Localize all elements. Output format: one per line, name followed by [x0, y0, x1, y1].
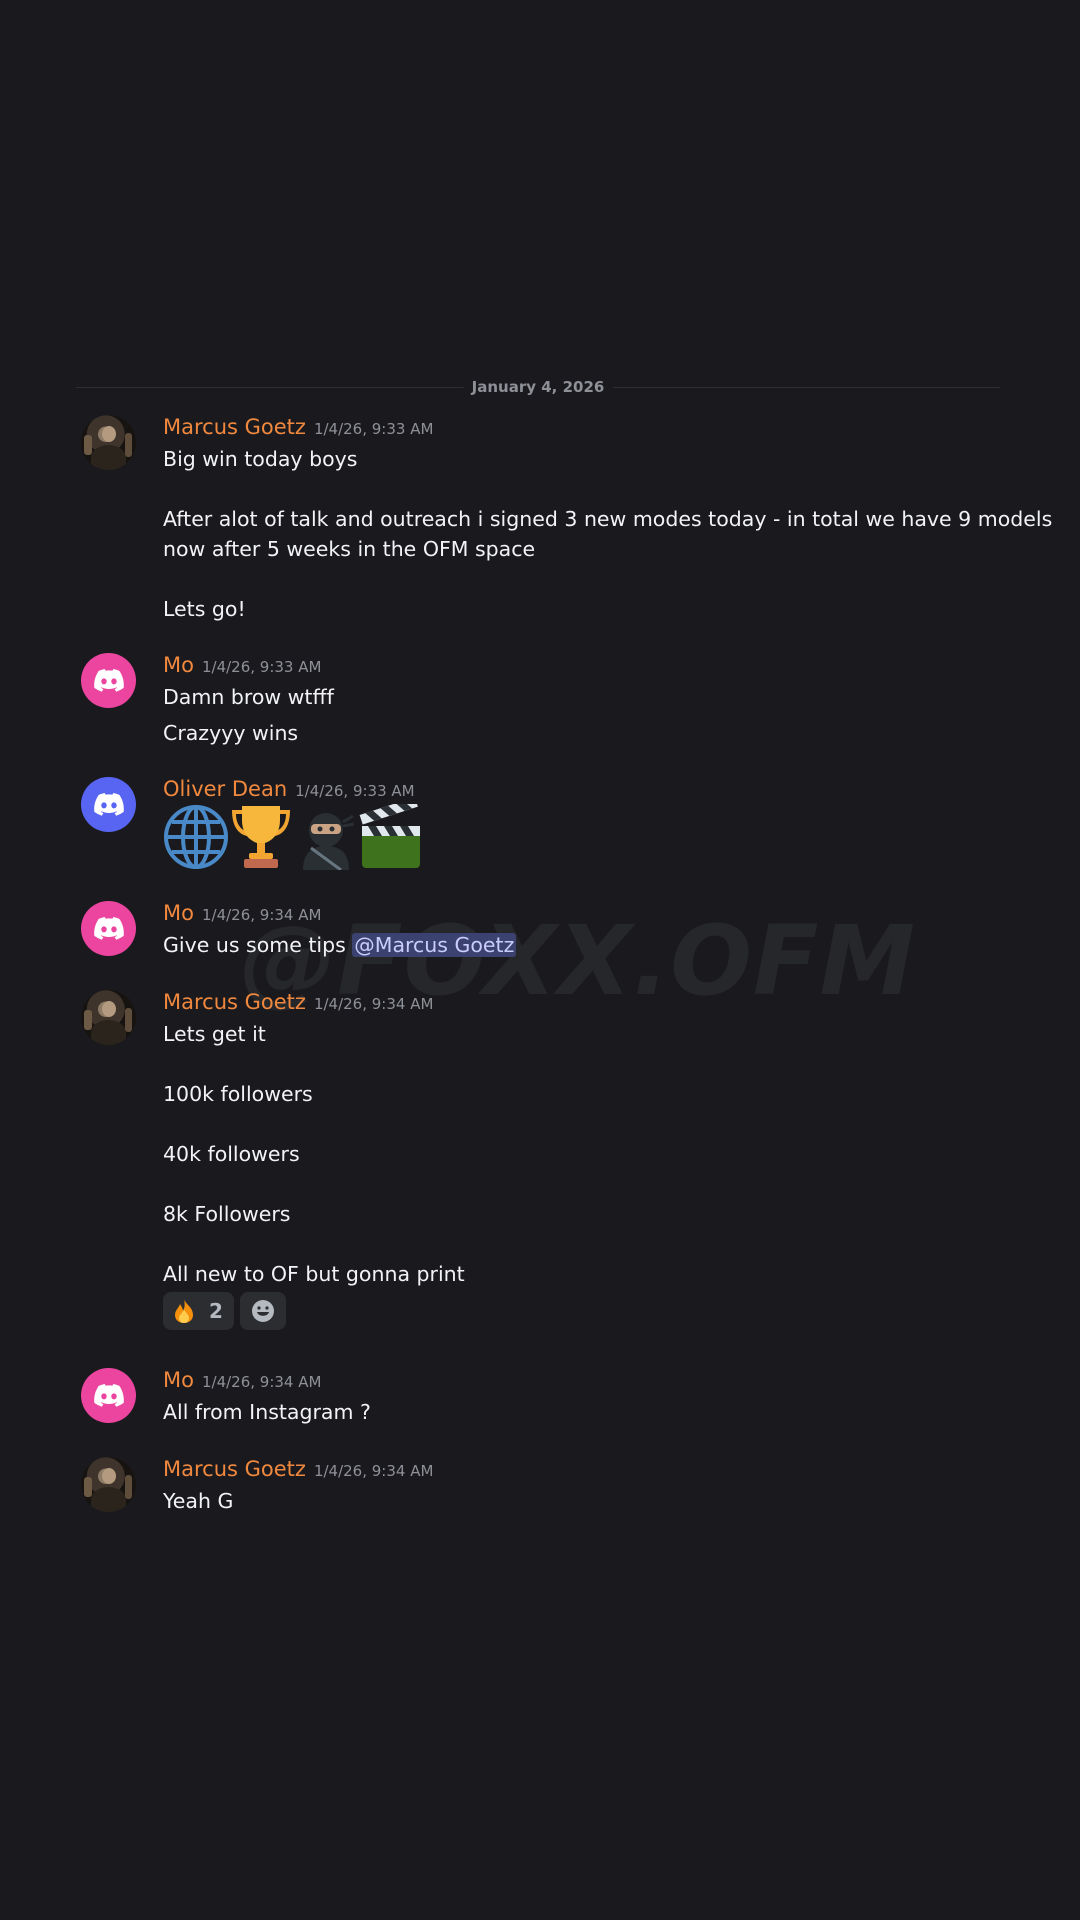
message-text: 8k Followers: [163, 1202, 291, 1226]
author-name[interactable]: Marcus Goetz: [163, 990, 306, 1014]
message-header: Oliver Dean 1/4/26, 9:33 AM: [163, 777, 415, 807]
timestamp: 1/4/26, 9:33 AM: [295, 782, 415, 800]
author-name[interactable]: Marcus Goetz: [163, 1457, 306, 1481]
message-header: Mo 1/4/26, 9:34 AM: [163, 1368, 321, 1398]
fire-icon: [175, 1299, 193, 1323]
message-text: Damn brow wtfff: [163, 685, 334, 709]
message-header: Mo 1/4/26, 9:34 AM: [163, 901, 321, 931]
author-name[interactable]: Mo: [163, 653, 194, 677]
message-text: Big win today boys: [163, 447, 358, 471]
message-header: Mo 1/4/26, 9:33 AM: [163, 653, 321, 683]
timestamp: 1/4/26, 9:33 AM: [201, 658, 322, 676]
timestamp: 1/4/26, 9:33 AM: [313, 420, 434, 438]
author-name[interactable]: Oliver Dean: [163, 777, 287, 801]
globe-icon[interactable]: [163, 804, 229, 870]
message-text-content: Give us some tips: [163, 933, 353, 957]
author-name[interactable]: Marcus Goetz: [163, 415, 306, 439]
trophy-icon[interactable]: [228, 804, 294, 870]
message-text: After alot of talk and outreach i signed…: [163, 507, 1053, 531]
divider-date: January 4, 2026: [463, 376, 613, 398]
message-text: Lets get it: [163, 1022, 266, 1046]
add-reaction-button[interactable]: [240, 1292, 286, 1330]
avatar[interactable]: [81, 415, 136, 470]
message-text: All new to OF but gonna print: [163, 1262, 465, 1286]
timestamp: 1/4/26, 9:34 AM: [313, 995, 434, 1013]
timestamp: 1/4/26, 9:34 AM: [313, 1462, 434, 1480]
message-text: Yeah G: [163, 1489, 234, 1513]
reaction-fire[interactable]: 2: [163, 1292, 234, 1330]
discord-avatar-icon[interactable]: [81, 777, 136, 832]
clapper-board-icon[interactable]: [358, 804, 424, 870]
timestamp: 1/4/26, 9:34 AM: [201, 1373, 322, 1391]
avatar[interactable]: [81, 990, 136, 1045]
message-text: Give us some tips @Marcus Goetz: [163, 930, 517, 960]
message-text: 40k followers: [163, 1142, 300, 1166]
ninja-icon[interactable]: [293, 804, 359, 870]
message-text: Lets go!: [163, 597, 246, 621]
date-divider: January 4, 2026: [76, 376, 1000, 398]
message-header: Marcus Goetz 1/4/26, 9:34 AM: [163, 990, 433, 1020]
reaction-count: 2: [209, 1299, 223, 1323]
user-mention[interactable]: @Marcus Goetz: [352, 933, 517, 957]
message-text: 100k followers: [163, 1082, 313, 1106]
discord-avatar-icon[interactable]: [81, 1368, 136, 1423]
message-header: Marcus Goetz 1/4/26, 9:33 AM: [163, 415, 433, 445]
add-reaction-icon: [252, 1300, 274, 1322]
discord-avatar-icon[interactable]: [81, 653, 136, 708]
discord-avatar-icon[interactable]: [81, 901, 136, 956]
message-text: now after 5 weeks in the OFM space: [163, 537, 536, 561]
timestamp: 1/4/26, 9:34 AM: [201, 906, 322, 924]
message-text: All from Instagram ?: [163, 1400, 371, 1424]
author-name[interactable]: Mo: [163, 1368, 194, 1392]
author-name[interactable]: Mo: [163, 901, 194, 925]
avatar[interactable]: [81, 1457, 136, 1512]
message-text: Crazyyy wins: [163, 721, 299, 745]
message-header: Marcus Goetz 1/4/26, 9:34 AM: [163, 1457, 433, 1487]
